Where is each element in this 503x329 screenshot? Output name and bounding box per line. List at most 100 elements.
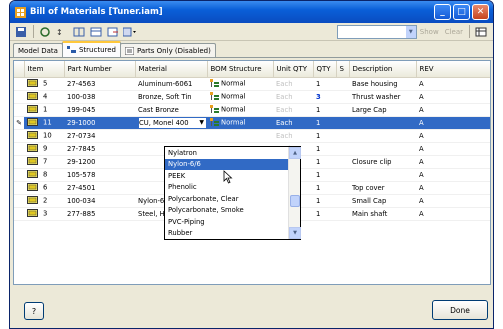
scroll-down-icon[interactable]: ▼	[289, 227, 301, 239]
cell-part-number[interactable]: 29-1000	[64, 116, 135, 130]
cell-bom-structure[interactable]: Normal	[207, 116, 273, 130]
cell-part-number[interactable]: 100-038	[64, 90, 135, 104]
save-icon[interactable]	[13, 24, 28, 39]
cell-description[interactable]: Closure clip	[349, 155, 416, 169]
cell-bom-structure[interactable]: Normal	[207, 103, 273, 117]
cell-part-number[interactable]: 199-045	[64, 103, 135, 117]
row-selector[interactable]: ✎	[14, 116, 24, 130]
cell-description[interactable]	[349, 129, 416, 143]
cell-rev[interactable]: A	[416, 168, 490, 182]
minimize-button[interactable]: _	[434, 4, 451, 20]
cell-s[interactable]	[336, 155, 349, 169]
cell-s[interactable]	[336, 90, 349, 104]
row-selector[interactable]	[14, 194, 24, 208]
table-row[interactable]: 1 199-045 Cast Bronze Normal Each 1 Large Cap A	[14, 103, 490, 117]
cell-qty[interactable]: 1	[313, 142, 336, 156]
cell-rev[interactable]: A	[416, 129, 490, 143]
cell-part-number[interactable]: 29-1200	[64, 155, 135, 169]
cell-item[interactable]: 11	[24, 116, 64, 130]
material-dropdown[interactable]: Nylatron Nylon-6/6 PEEK Phenolic Polycarbona…	[164, 146, 301, 240]
cell-qty[interactable]: 1	[313, 181, 336, 195]
column-header-part-number[interactable]: Part Number	[64, 61, 136, 78]
cell-s[interactable]	[336, 129, 349, 143]
table-icon[interactable]	[88, 24, 103, 39]
cell-item[interactable]: 9	[24, 142, 64, 156]
row-selector[interactable]	[14, 77, 24, 91]
cell-material[interactable]: Cast Bronze	[135, 103, 207, 117]
cell-rev[interactable]: A	[416, 194, 490, 208]
cell-description[interactable]	[349, 168, 416, 182]
row-selector[interactable]	[14, 90, 24, 104]
column-header-item[interactable]: Item	[24, 61, 65, 78]
cell-part-number[interactable]: 27-4501	[64, 181, 135, 195]
cell-rev[interactable]: A	[416, 207, 490, 221]
row-selector[interactable]	[14, 103, 24, 117]
cell-item[interactable]: 3	[24, 207, 64, 221]
tab-parts-only[interactable]: Parts Only (Disabled)	[119, 43, 216, 57]
tab-model-data[interactable]: Model Data	[13, 43, 63, 57]
column-header-material[interactable]: Material	[135, 61, 208, 78]
merge-icon[interactable]	[71, 24, 86, 39]
cell-qty[interactable]: 1	[313, 155, 336, 169]
cell-s[interactable]	[336, 142, 349, 156]
cell-part-number[interactable]: 105-578	[64, 168, 135, 182]
cell-rev[interactable]: A	[416, 90, 490, 104]
cell-unit-qty[interactable]: Each	[273, 129, 313, 143]
cell-material[interactable]: Aluminum-6061	[135, 77, 207, 91]
cell-item[interactable]: 6	[24, 181, 64, 195]
cell-s[interactable]	[336, 194, 349, 208]
cell-description[interactable]: Main shaft	[349, 207, 416, 221]
material-option[interactable]: Polycarbonate, Smoke	[165, 205, 289, 217]
cell-part-number[interactable]: 100-034	[64, 194, 135, 208]
cell-s[interactable]	[336, 207, 349, 221]
table-row[interactable]: 5 27-4563 Aluminum-6061 Normal Each 1 Base hou…	[14, 77, 490, 91]
column-header-bom-structure[interactable]: BOM Structure	[207, 61, 274, 78]
row-selector[interactable]	[14, 181, 24, 195]
column-header-rev[interactable]: REV	[416, 61, 490, 78]
done-button[interactable]: Done	[432, 300, 488, 320]
show-button[interactable]: Show	[420, 28, 439, 36]
cell-unit-qty[interactable]: Each	[273, 116, 313, 130]
row-selector[interactable]	[14, 207, 24, 221]
cell-qty[interactable]: 1	[313, 129, 336, 143]
clear-button[interactable]: Clear	[445, 28, 463, 36]
table-row[interactable]: 10 27-0734 Each 1 A	[14, 129, 490, 143]
cell-material[interactable]	[135, 129, 207, 143]
cell-item[interactable]: 4	[24, 90, 64, 104]
cell-description[interactable]: Small Cap	[349, 194, 416, 208]
cell-rev[interactable]: A	[416, 142, 490, 156]
tab-structured[interactable]: Structured	[61, 41, 121, 57]
cell-s[interactable]	[336, 181, 349, 195]
cell-bom-structure[interactable]: Normal	[207, 90, 273, 104]
cell-rev[interactable]: A	[416, 155, 490, 169]
close-button[interactable]: ✕	[472, 4, 489, 20]
dropdown-scrollbar[interactable]: ▲ ▼	[288, 147, 301, 239]
cell-s[interactable]	[336, 103, 349, 117]
cell-material[interactable]: CU, Monel 400 ▼	[135, 116, 207, 130]
view-options-icon[interactable]	[122, 24, 137, 39]
cell-qty[interactable]: 1	[313, 207, 336, 221]
cell-unit-qty[interactable]: Each	[273, 103, 313, 117]
cell-description[interactable]: Thrust washer	[349, 90, 416, 104]
table-row[interactable]: 4 100-038 Bronze, Soft Tin Normal Each 3 Thrus…	[14, 90, 490, 104]
export-icon[interactable]	[105, 24, 120, 39]
filter-combo[interactable]: ▼	[336, 24, 417, 39]
material-option[interactable]: Nylatron	[165, 147, 289, 159]
cell-unit-qty[interactable]: Each	[273, 90, 313, 104]
cell-description[interactable]: Large Cap	[349, 103, 416, 117]
cell-description[interactable]	[349, 116, 416, 130]
cell-item[interactable]: 7	[24, 155, 64, 169]
material-option[interactable]: PVC-Piping	[165, 216, 289, 228]
material-option[interactable]: Nylon-6/6	[165, 158, 289, 170]
row-selector[interactable]	[14, 168, 24, 182]
cell-s[interactable]	[336, 168, 349, 182]
scroll-up-icon[interactable]: ▲	[289, 147, 301, 159]
cell-rev[interactable]: A	[416, 181, 490, 195]
cell-rev[interactable]: A	[416, 103, 490, 117]
cell-bom-structure[interactable]	[207, 129, 273, 143]
cell-bom-structure[interactable]: Normal	[207, 77, 273, 91]
material-option[interactable]: Polycarbonate, Clear	[165, 193, 289, 205]
cell-part-number[interactable]: 27-0734	[64, 129, 135, 143]
column-header-unit-qty[interactable]: Unit QTY	[273, 61, 314, 78]
row-selector[interactable]	[14, 129, 24, 143]
